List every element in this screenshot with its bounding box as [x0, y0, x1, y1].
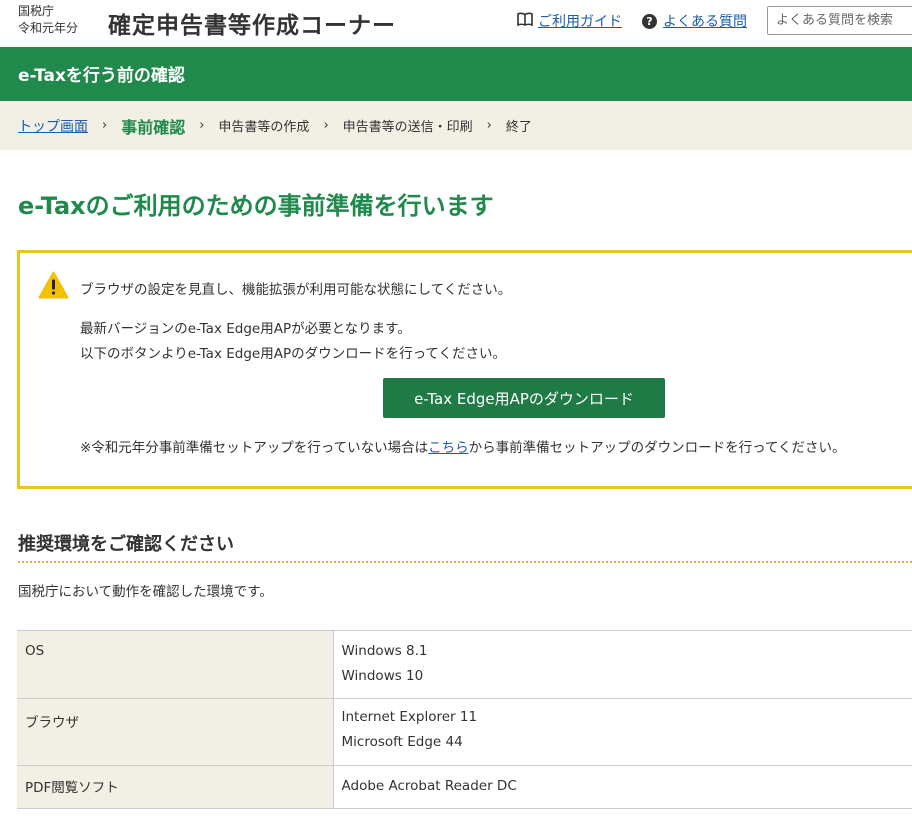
table-cell-value: Internet Explorer 11	[341, 709, 478, 725]
breadcrumb-separator: ›	[102, 118, 108, 133]
breadcrumb-top-link[interactable]: トップ画面	[18, 116, 88, 136]
row-values-os: Windows 8.1 Windows 10	[333, 630, 912, 699]
notice-box: ブラウザの設定を見直し、機能拡張が利用可能な状態にしてください。 最新バージョン…	[17, 250, 912, 489]
row-label-os: OS	[17, 630, 334, 699]
breadcrumb-current-step: 事前確認	[121, 117, 186, 137]
table-cell-value: Windows 10	[341, 668, 424, 684]
section-banner: e-Taxを行う前の確認	[0, 47, 912, 101]
environment-heading: 推奨環境をご確認ください	[18, 534, 234, 555]
environment-table: OS Windows 8.1 Windows 10 ブラウザ Internet …	[17, 630, 912, 809]
table-row: ブラウザ Internet Explorer 11 Microsoft Edge…	[17, 698, 912, 766]
footnote-text-before: ※令和元年分事前準備セットアップを行っていない場合は	[80, 440, 429, 456]
breadcrumb-step-send-print: 申告書等の送信・印刷	[342, 120, 473, 135]
row-label-browser: ブラウザ	[17, 698, 334, 766]
table-row: OS Windows 8.1 Windows 10	[17, 630, 912, 699]
section-divider	[18, 561, 912, 563]
faq-search-input[interactable]	[767, 6, 912, 35]
breadcrumb-step-finish: 終了	[505, 120, 532, 135]
notice-footnote: ※令和元年分事前準備セットアップを行っていない場合はこちらから事前準備セットアッ…	[80, 436, 846, 456]
site-header: 国税庁 令和元年分 確定申告書等作成コーナー ご利用ガイド ? よくある質問	[0, 0, 912, 47]
table-cell-value: Microsoft Edge 44	[341, 734, 463, 750]
breadcrumb: トップ画面 › 事前確認 › 申告書等の作成 › 申告書等の送信・印刷 › 終了	[0, 101, 912, 150]
table-row: PDF閲覧ソフト Adobe Acrobat Reader DC	[17, 765, 912, 809]
notice-download-instruction: 以下のボタンよりe-Tax Edge用APのダウンロードを行ってください。	[80, 346, 507, 362]
breadcrumb-separator: ›	[199, 118, 205, 133]
page-title: e-Taxのご利用のための事前準備を行います	[18, 192, 494, 220]
row-values-browser: Internet Explorer 11 Microsoft Edge 44	[333, 698, 912, 766]
tax-year: 令和元年分	[18, 21, 79, 35]
notice-version-text: 最新バージョンのe-Tax Edge用APが必要となります。	[80, 321, 411, 337]
breadcrumb-separator: ›	[323, 118, 329, 133]
agency-label: 国税庁 令和元年分	[18, 3, 78, 37]
app-title: 確定申告書等作成コーナー	[108, 13, 396, 39]
table-cell-value: Windows 8.1	[341, 643, 428, 659]
book-icon	[517, 12, 533, 30]
row-label-pdf-viewer: PDF閲覧ソフト	[17, 765, 334, 809]
faq-link[interactable]: ? よくある質問	[642, 11, 747, 31]
table-cell-value: Adobe Acrobat Reader DC	[341, 778, 517, 794]
footnote-text-after: から事前準備セットアップのダウンロードを行ってください。	[468, 440, 846, 456]
breadcrumb-step-create: 申告書等の作成	[218, 120, 310, 135]
download-etax-edge-ap-button[interactable]: e-Tax Edge用APのダウンロード	[383, 378, 665, 418]
banner-title: e-Taxを行う前の確認	[18, 66, 185, 86]
question-circle-icon: ?	[642, 13, 657, 29]
notice-browser-settings-text: ブラウザの設定を見直し、機能拡張が利用可能な状態にしてください。	[80, 282, 512, 298]
faq-label: よくある質問	[663, 14, 747, 30]
setup-download-link[interactable]: こちら	[428, 440, 469, 456]
warning-triangle-icon	[38, 271, 69, 299]
breadcrumb-separator: ›	[486, 118, 492, 133]
agency-name: 国税庁	[18, 4, 55, 18]
environment-description: 国税庁において動作を確認した環境です。	[18, 584, 273, 600]
user-guide-label: ご利用ガイド	[538, 14, 622, 30]
row-values-pdf-viewer: Adobe Acrobat Reader DC	[333, 765, 912, 809]
user-guide-link[interactable]: ご利用ガイド	[517, 11, 622, 31]
